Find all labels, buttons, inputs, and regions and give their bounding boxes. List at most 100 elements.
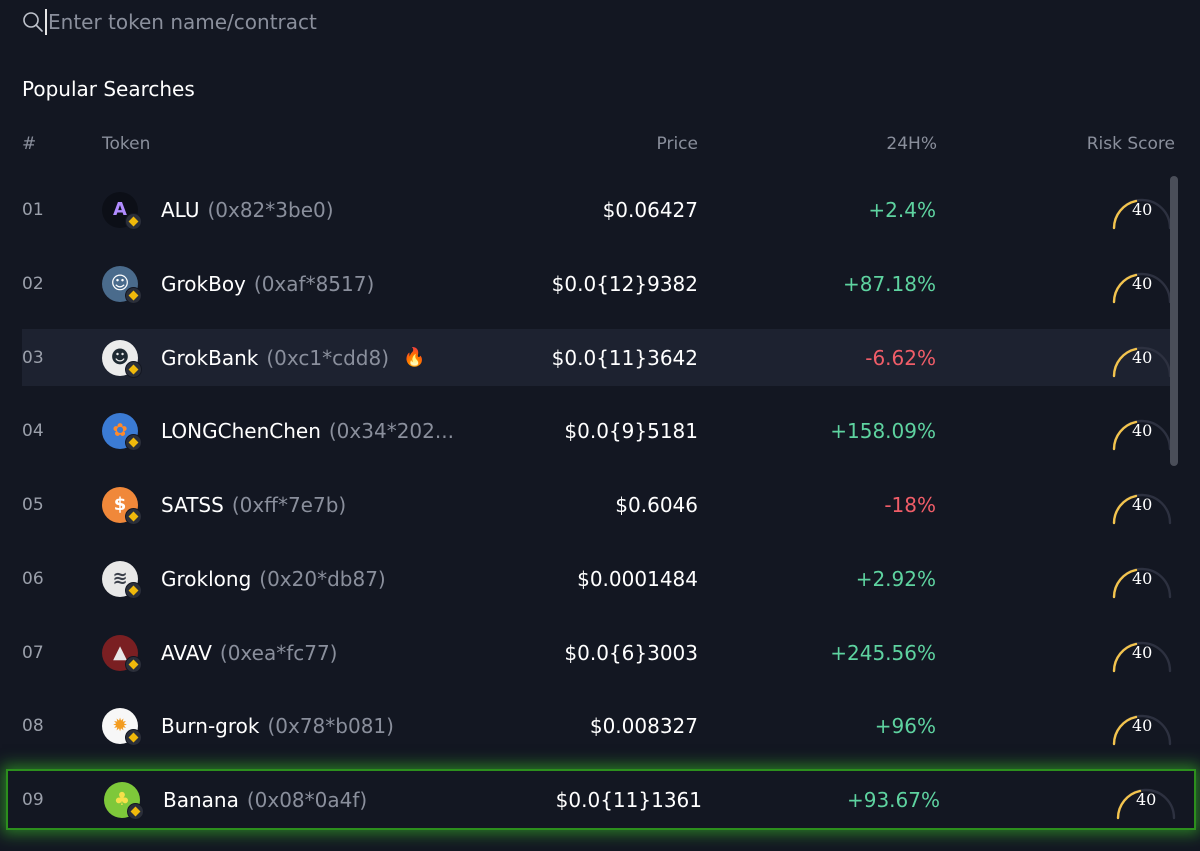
table-row[interactable]: 04 ✿ LONGChenChen (0x34*202... $0.0{9}51… xyxy=(22,402,1174,459)
table-row[interactable]: 05 $ SATSS (0xff*7e7b) $0.6046 -18% 40 xyxy=(22,476,1174,533)
token-24h-change: -18% xyxy=(884,492,936,517)
row-number: 01 xyxy=(22,199,44,220)
row-number: 02 xyxy=(22,273,44,294)
token-name-cell[interactable]: Burn-grok (0x78*b081) xyxy=(161,697,394,754)
token-name-cell[interactable]: AVAV (0xea*fc77) xyxy=(161,624,338,681)
bnb-chain-icon xyxy=(125,581,142,599)
risk-score[interactable]: 40 xyxy=(1110,329,1174,386)
token-address: (0x34*202... xyxy=(328,418,454,443)
bnb-chain-icon xyxy=(125,433,142,451)
token-price: $0.0{12}9382 xyxy=(551,271,698,296)
risk-gauge-icon: 40 xyxy=(1110,338,1174,378)
column-header-token: Token xyxy=(102,134,151,154)
token-price: $0.0{6}3003 xyxy=(564,640,698,665)
risk-score[interactable]: 40 xyxy=(1110,624,1174,681)
avav-logo-icon: ▲ xyxy=(102,634,142,673)
row-number: 07 xyxy=(22,642,44,663)
risk-score-value: 40 xyxy=(1132,568,1153,588)
token-price: $0.0001484 xyxy=(577,566,698,591)
risk-score-value: 40 xyxy=(1132,642,1153,662)
token-name-cell[interactable]: ALU (0x82*3be0) xyxy=(161,181,334,238)
grokbank-logo-icon: ☻ xyxy=(102,339,142,378)
risk-gauge-icon: 40 xyxy=(1110,485,1174,525)
token-name: Burn-grok xyxy=(161,713,260,738)
table-row[interactable]: 03 ☻ GrokBank (0xc1*cdd8) 🔥 $0.0{11}3642… xyxy=(22,329,1174,386)
token-logo: ☺ xyxy=(102,255,142,312)
risk-score[interactable]: 40 xyxy=(1110,181,1174,238)
table-row[interactable]: 07 ▲ AVAV (0xea*fc77) $0.0{6}3003 +245.5… xyxy=(22,624,1174,681)
alu-logo-icon: A xyxy=(102,191,142,230)
token-24h-change: +158.09% xyxy=(830,418,936,443)
token-name: AVAV xyxy=(161,640,212,665)
token-name-cell[interactable]: GrokBoy (0xaf*8517) xyxy=(161,255,374,312)
burn-grok-logo-icon: ✹ xyxy=(102,707,142,746)
row-number: 04 xyxy=(22,420,44,441)
search-icon xyxy=(23,12,43,32)
banana-logo-icon: ♣ xyxy=(104,781,144,820)
risk-gauge-icon: 40 xyxy=(1110,190,1174,230)
token-logo: $ xyxy=(102,476,142,533)
token-logo: ✹ xyxy=(102,697,142,754)
search-input[interactable] xyxy=(45,9,648,35)
risk-score[interactable]: 40 xyxy=(1114,771,1178,828)
column-header-num: # xyxy=(22,134,37,154)
scrollbar[interactable] xyxy=(1170,176,1178,466)
risk-score[interactable]: 40 xyxy=(1110,476,1174,533)
satss-logo-icon: $ xyxy=(102,486,142,525)
token-name: Groklong xyxy=(161,566,252,591)
risk-gauge-icon: 40 xyxy=(1110,633,1174,673)
table-row[interactable]: 08 ✹ Burn-grok (0x78*b081) $0.008327 +96… xyxy=(22,697,1174,754)
table-row[interactable]: 01 A ALU (0x82*3be0) $0.06427 +2.4% 40 xyxy=(22,181,1174,238)
token-name: Banana xyxy=(163,787,239,812)
token-name-cell[interactable]: Groklong (0x20*db87) xyxy=(161,550,386,607)
table-header: # Token Price 24H% Risk Score xyxy=(0,134,1200,158)
risk-score-value: 40 xyxy=(1132,199,1153,219)
groklong-logo-icon: ≋ xyxy=(102,560,142,599)
bnb-chain-icon xyxy=(125,286,142,304)
token-24h-change: +2.92% xyxy=(855,566,936,591)
token-24h-change: +93.67% xyxy=(846,787,940,812)
row-number: 08 xyxy=(22,715,44,736)
token-24h-change: -6.62% xyxy=(865,345,936,370)
column-header-risk-score[interactable]: Risk Score xyxy=(1087,134,1175,154)
row-number: 09 xyxy=(22,789,44,810)
bnb-chain-icon xyxy=(127,802,144,820)
bnb-chain-icon xyxy=(125,507,142,525)
column-header-24h-change[interactable]: 24H% xyxy=(886,134,937,154)
risk-score[interactable]: 40 xyxy=(1110,255,1174,312)
bnb-chain-icon xyxy=(125,728,142,746)
risk-gauge-icon: 40 xyxy=(1110,706,1174,746)
token-address: (0x08*0a4f) xyxy=(246,787,368,812)
token-name: LONGChenChen xyxy=(161,418,321,443)
token-logo: ☻ xyxy=(102,329,142,386)
token-address: (0xea*fc77) xyxy=(219,640,338,665)
table-row[interactable]: 02 ☺ GrokBoy (0xaf*8517) $0.0{12}9382 +8… xyxy=(22,255,1174,312)
token-price: $0.0{11}1361 xyxy=(555,787,702,812)
risk-score-value: 40 xyxy=(1132,715,1153,735)
risk-gauge-icon: 40 xyxy=(1110,559,1174,599)
token-price: $0.0{11}3642 xyxy=(551,345,698,370)
token-name-cell[interactable]: LONGChenChen (0x34*202... xyxy=(161,402,454,459)
token-logo: ♣ xyxy=(104,771,144,828)
token-name-cell[interactable]: SATSS (0xff*7e7b) xyxy=(161,476,346,533)
token-24h-change: +96% xyxy=(874,713,936,738)
token-price: $0.6046 xyxy=(615,492,698,517)
risk-score[interactable]: 40 xyxy=(1110,402,1174,459)
token-24h-change: +245.56% xyxy=(830,640,936,665)
risk-score[interactable]: 40 xyxy=(1110,550,1174,607)
table-row[interactable]: 09 ♣ Banana (0x08*0a4f) $0.0{11}1361 +93… xyxy=(6,769,1196,830)
token-name: ALU xyxy=(161,197,200,222)
table-row[interactable]: 06 ≋ Groklong (0x20*db87) $0.0001484 +2.… xyxy=(22,550,1174,607)
risk-score[interactable]: 40 xyxy=(1110,697,1174,754)
bnb-chain-icon xyxy=(125,655,142,673)
search-bar[interactable] xyxy=(22,6,722,38)
column-header-price[interactable]: Price xyxy=(657,134,698,154)
risk-gauge-icon: 40 xyxy=(1110,264,1174,304)
grokboy-logo-icon: ☺ xyxy=(102,265,142,304)
fire-icon: 🔥 xyxy=(403,347,426,368)
token-address: (0x20*db87) xyxy=(259,566,386,591)
token-price: $0.0{9}5181 xyxy=(564,418,698,443)
token-name-cell[interactable]: Banana (0x08*0a4f) xyxy=(163,771,367,828)
risk-score-value: 40 xyxy=(1132,347,1153,367)
token-name-cell[interactable]: GrokBank (0xc1*cdd8) 🔥 xyxy=(161,329,425,386)
